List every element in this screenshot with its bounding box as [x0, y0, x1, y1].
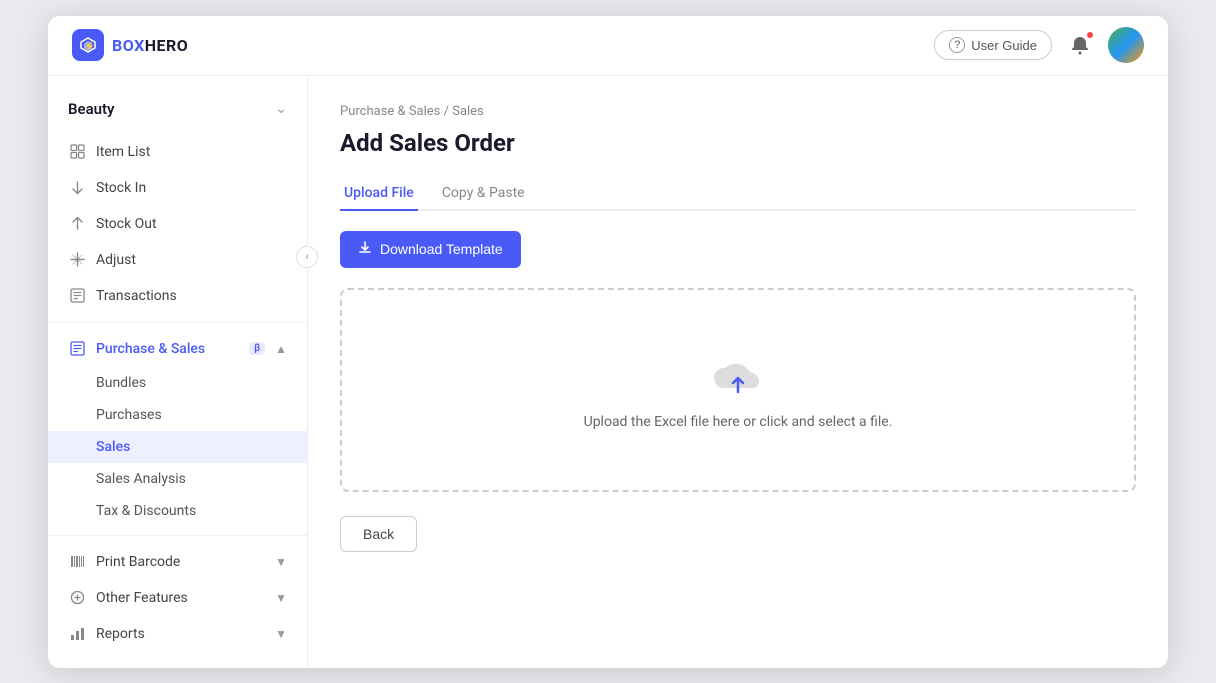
arrow-up-icon	[68, 215, 86, 233]
page-title: Add Sales Order	[340, 129, 1136, 157]
sidebar-other-features[interactable]: Other Features ▼	[48, 580, 307, 616]
main-content: Purchase & Sales / Sales Add Sales Order…	[308, 76, 1168, 668]
sidebar-item-purchases[interactable]: Purchases	[48, 399, 307, 431]
tab-upload-file[interactable]: Upload File	[340, 177, 418, 211]
tab-group: Upload File Copy & Paste	[340, 177, 1136, 211]
file-upload-area[interactable]: Upload the Excel file here or click and …	[340, 288, 1136, 492]
sidebar-item-sales-analysis[interactable]: Sales Analysis	[48, 463, 307, 495]
sidebar-purchase-sales-header[interactable]: Purchase & Sales β ▲	[48, 331, 307, 367]
breadcrumb-separator: /	[444, 104, 453, 119]
sidebar-item-transactions[interactable]: Transactions	[48, 278, 307, 314]
sidebar-item-stock-out[interactable]: Stock Out	[48, 206, 307, 242]
back-button[interactable]: Back	[340, 516, 417, 552]
user-avatar[interactable]	[1108, 27, 1144, 63]
header-actions: ? User Guide	[934, 27, 1144, 63]
barcode-icon	[68, 553, 86, 571]
sidebar-item-stock-in[interactable]: Stock In	[48, 170, 307, 206]
purchase-sales-icon	[68, 340, 86, 358]
sidebar-collapse-button[interactable]: ‹	[296, 246, 318, 268]
purchase-sales-chevron-icon: ▲	[275, 342, 287, 356]
breadcrumb-current: Sales	[452, 104, 484, 119]
chart-icon	[68, 625, 86, 643]
user-guide-button[interactable]: ? User Guide	[934, 30, 1052, 60]
sidebar-item-bundles[interactable]: Bundles	[48, 367, 307, 399]
sidebar-item-adjust[interactable]: Adjust	[48, 242, 307, 278]
logo-text: BOXHERO	[112, 36, 188, 55]
workspace-selector[interactable]: Beauty ⌄	[48, 92, 307, 134]
app-header: ⚡ BOXHERO ? User Guide	[48, 16, 1168, 76]
adjust-icon	[68, 251, 86, 269]
download-template-button[interactable]: Download Template	[340, 231, 521, 268]
tab-copy-paste[interactable]: Copy & Paste	[438, 177, 529, 211]
notification-badge	[1086, 31, 1094, 39]
sidebar-divider-2	[48, 535, 307, 536]
other-features-chevron-icon: ▼	[275, 591, 287, 605]
upload-icon-wrapper	[708, 350, 768, 400]
sidebar-item-item-list[interactable]: Item List	[48, 134, 307, 170]
grid-icon	[68, 143, 86, 161]
cloud-upload-icon	[708, 350, 768, 400]
workspace-chevron-icon: ⌄	[275, 101, 287, 117]
notification-button[interactable]	[1064, 29, 1096, 61]
sidebar-print-barcode[interactable]: Print Barcode ▼	[48, 544, 307, 580]
sidebar-item-tax-discounts[interactable]: Tax & Discounts	[48, 495, 307, 527]
breadcrumb: Purchase & Sales / Sales	[340, 104, 1136, 119]
print-barcode-chevron-icon: ▼	[275, 555, 287, 569]
upload-area-text: Upload the Excel file here or click and …	[584, 414, 893, 430]
sidebar: Beauty ⌄ Item List Stock In	[48, 76, 308, 668]
main-nav: Item List Stock In Stock Out	[48, 134, 307, 314]
logo: ⚡ BOXHERO	[72, 29, 188, 61]
svg-text:⚡: ⚡	[84, 40, 95, 52]
arrow-down-icon	[68, 179, 86, 197]
sidebar-reports[interactable]: Reports ▼	[48, 616, 307, 652]
sidebar-divider	[48, 322, 307, 323]
question-icon: ?	[949, 37, 965, 53]
sidebar-item-sales[interactable]: Sales	[48, 431, 307, 463]
breadcrumb-parent[interactable]: Purchase & Sales	[340, 104, 440, 119]
purchase-sales-subnav: Bundles Purchases Sales Sales Analysis T…	[48, 367, 307, 527]
download-icon	[358, 241, 372, 258]
plus-circle-icon	[68, 589, 86, 607]
reports-chevron-icon: ▼	[275, 627, 287, 641]
logo-icon: ⚡	[72, 29, 104, 61]
list-icon	[68, 287, 86, 305]
